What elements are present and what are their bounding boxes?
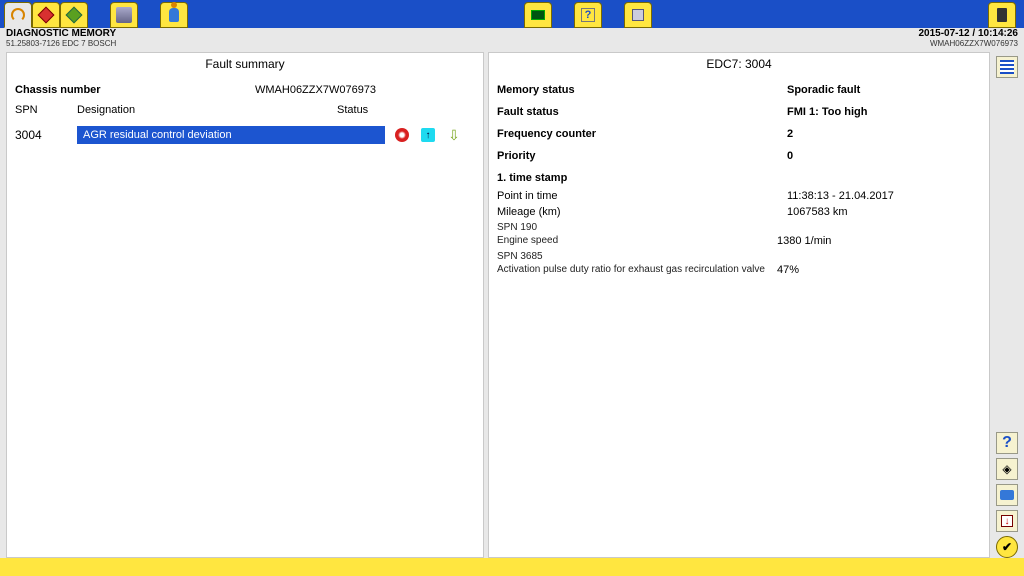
right-sidebar: ? ◈ ↓ ✔	[994, 52, 1020, 558]
status-red-icon	[395, 128, 409, 142]
fault-status-label: Fault status	[497, 106, 787, 118]
header-chassis: WMAH06ZZX7W076973	[918, 39, 1018, 48]
memory-status-label: Memory status	[497, 84, 787, 96]
toolbar-pc-button[interactable]	[624, 2, 652, 28]
spn3685-label2: Activation pulse duty ratio for exhaust …	[497, 264, 777, 277]
timestamp-heading: 1. time stamp	[497, 172, 981, 184]
fault-spn: 3004	[15, 128, 77, 142]
spn190-label1: SPN 190	[497, 222, 777, 235]
top-toolbar: ?	[0, 0, 1024, 28]
fault-status-value: FMI 1: Too high	[787, 106, 867, 118]
fault-summary-title: Fault summary	[7, 53, 483, 78]
fault-summary-panel: Fault summary Chassis number WMAH06ZZX7W…	[6, 52, 484, 558]
chassis-label: Chassis number	[15, 84, 255, 96]
memory-status-value: Sporadic fault	[787, 84, 860, 96]
priority-value: 0	[787, 150, 793, 162]
toolbar-home-button[interactable]	[4, 2, 32, 28]
pit-label: Point in time	[497, 190, 787, 202]
toolbar-help-button[interactable]: ?	[574, 2, 602, 28]
fault-designation: AGR residual control deviation	[77, 126, 385, 144]
print-button[interactable]	[996, 484, 1018, 506]
page-title: DIAGNOSTIC MEMORY	[6, 28, 116, 39]
col-status: Status	[337, 104, 475, 116]
spn190-value: 1380 1/min	[777, 235, 831, 247]
toolbar-device-button[interactable]	[988, 2, 1016, 28]
mileage-label: Mileage (km)	[497, 206, 787, 218]
chassis-value: WMAH06ZZX7W076973	[255, 84, 376, 96]
spn3685-label1: SPN 3685	[497, 251, 777, 264]
priority-label: Priority	[497, 150, 787, 162]
toolbar-fault-green-button[interactable]	[60, 2, 88, 28]
header-datetime: 2015-07-12 / 10:14:26	[918, 28, 1018, 39]
detail-title: EDC7: 3004	[489, 53, 989, 78]
status-up-icon: ↑	[421, 128, 435, 142]
toolbar-fault-red-button[interactable]	[32, 2, 60, 28]
col-designation: Designation	[77, 104, 337, 116]
fault-detail-panel: EDC7: 3004 Memory status Sporadic fault …	[488, 52, 990, 558]
toolbar-tool-button[interactable]	[110, 2, 138, 28]
col-spn: SPN	[15, 104, 77, 116]
status-bar	[0, 558, 1024, 576]
toolbar-user-button[interactable]	[160, 2, 188, 28]
confirm-button[interactable]: ✔	[996, 536, 1018, 558]
status-down-icon: ⇩	[447, 128, 461, 142]
header-strip: DIAGNOSTIC MEMORY 51.25803-7126 EDC 7 BO…	[0, 28, 1024, 50]
frequency-value: 2	[787, 128, 793, 140]
list-view-button[interactable]	[996, 56, 1018, 78]
help-button[interactable]: ?	[996, 432, 1018, 454]
spn190-label2: Engine speed	[497, 235, 777, 248]
page-subtitle: 51.25803-7126 EDC 7 BOSCH	[6, 39, 116, 48]
fault-row[interactable]: 3004 AGR residual control deviation ↑ ⇩	[15, 124, 475, 146]
mileage-value: 1067583 km	[787, 206, 848, 218]
locate-button[interactable]: ◈	[996, 458, 1018, 480]
pit-value: 11:38:13 - 21.04.2017	[787, 190, 894, 202]
frequency-label: Frequency counter	[497, 128, 787, 140]
toolbar-monitor-button[interactable]	[524, 2, 552, 28]
download-button[interactable]: ↓	[996, 510, 1018, 532]
spn3685-value: 47%	[777, 264, 799, 276]
